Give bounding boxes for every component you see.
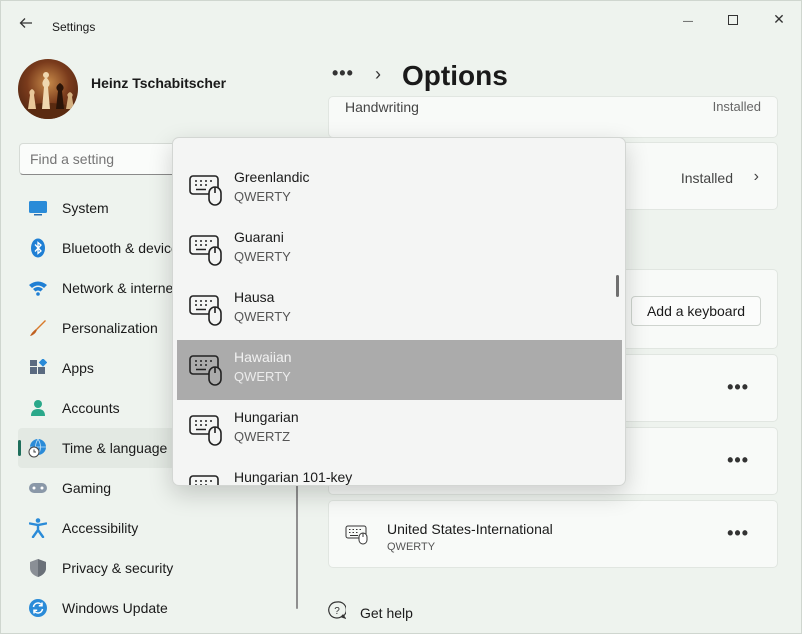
accessibility-icon [28,518,48,538]
chess-pieces-image [20,72,76,119]
help-icon: ? [328,601,347,624]
list-item[interactable]: Hungarian 101-key [177,460,622,485]
brush-icon [28,318,48,338]
keyboard-picker-list: Greenlandic QWERTY Guarani QWERTY Hausa … [177,160,622,485]
keyboard-option-name: Hungarian 101-key [234,469,353,485]
get-help-label: Get help [360,604,413,621]
keyboard-option-name: Guarani [234,229,284,245]
keyboard-picker-dropdown: Greenlandic QWERTY Guarani QWERTY Hausa … [172,137,626,486]
more-options-button[interactable]: ••• [727,523,749,544]
keyboard-name: United States-International [387,521,553,537]
gamepad-icon [28,478,48,498]
sidebar-item-windows-update[interactable]: Windows Update [18,588,294,628]
keyboard-icon [189,414,223,453]
keyboard-option-layout: QWERTY [234,309,291,324]
minimize-button[interactable]: — [665,7,711,31]
keyboard-icon [189,294,223,333]
breadcrumb-more-button[interactable]: ••• [332,63,354,84]
add-keyboard-button[interactable]: Add a keyboard [631,296,761,326]
globe-clock-icon [28,438,48,458]
keyboard-icon [189,234,223,273]
list-item[interactable]: Guarani QWERTY [177,220,622,280]
sidebar-item-label: Privacy & security [62,560,174,576]
close-button[interactable]: ✕ [756,7,802,31]
settings-window: Settings — ✕ Heinz Tschabitscher System [0,0,802,634]
keyboard-card: United States-International QWERTY ••• [328,500,778,568]
avatar[interactable] [18,59,78,119]
list-item[interactable]: Hungarian QWERTZ [177,400,622,460]
keyboard-option-layout: QWERTZ [234,429,291,444]
keyboard-icon [189,174,223,213]
sidebar-item-label: Windows Update [62,600,168,616]
keyboard-icon [189,474,223,485]
keyboard-option-layout: QWERTY [234,189,291,204]
keyboard-option-name: Hungarian [234,409,299,425]
apps-icon [28,358,48,378]
sidebar-item-label: Accounts [62,400,120,416]
person-icon [28,398,48,418]
handwriting-status: Installed [712,99,761,114]
bluetooth-icon [28,238,48,258]
get-help-link[interactable]: ? Get help [328,601,413,624]
sidebar-item-label: Bluetooth & devices [62,240,186,256]
handwriting-card[interactable]: Handwriting Installed [328,96,778,138]
sidebar-item-label: Accessibility [62,520,139,536]
dropdown-scrollbar-thumb[interactable] [616,275,619,297]
keyboard-option-layout: QWERTY [234,369,291,384]
app-title: Settings [52,20,96,34]
sidebar-item-label: Network & internet [62,280,178,296]
keyboard-icon [345,525,369,550]
keyboard-icon [189,354,223,393]
sidebar-item-label: Gaming [62,480,112,496]
back-arrow-icon [19,18,32,28]
sidebar-item-label: Personalization [62,320,158,336]
keyboard-option-name: Hausa [234,289,275,305]
breadcrumb-chevron-icon: › [375,64,381,84]
sidebar-item-label: Time & language [62,440,168,456]
sidebar-item-label: Apps [62,360,94,376]
shield-icon [28,558,48,578]
minimize-icon: — [683,16,693,27]
sidebar-item-label: System [62,200,109,216]
list-item[interactable]: Hausa QWERTY [177,280,622,340]
keyboard-layout: QWERTY [387,541,436,553]
update-icon [28,598,48,618]
list-item[interactable]: Greenlandic QWERTY [177,160,622,220]
more-options-button[interactable]: ••• [727,450,749,471]
keyboard-option-name: Hawaiian [234,349,292,365]
keyboard-option-name: Greenlandic [234,169,310,185]
list-item-selected[interactable]: Hawaiian QWERTY [177,340,622,400]
handwriting-label: Handwriting [345,99,419,115]
title-bar: Settings — ✕ [1,1,801,49]
keyboard-option-layout: QWERTY [234,249,291,264]
chevron-right-icon: › [753,168,759,185]
back-button[interactable] [15,15,37,37]
sidebar-item-accessibility[interactable]: Accessibility [18,508,294,548]
sidebar-item-privacy[interactable]: Privacy & security [18,548,294,588]
svg-text:?: ? [334,606,340,617]
system-icon [28,198,48,218]
wifi-icon [28,278,48,298]
maximize-button[interactable] [710,7,756,31]
selection-indicator [18,440,21,456]
close-icon: ✕ [773,11,785,27]
more-options-button[interactable]: ••• [727,377,749,398]
maximize-icon [728,15,738,26]
installed-status: Installed [680,170,733,186]
profile-name: Heinz Tschabitscher [91,75,227,91]
page-title: Options [402,60,508,91]
